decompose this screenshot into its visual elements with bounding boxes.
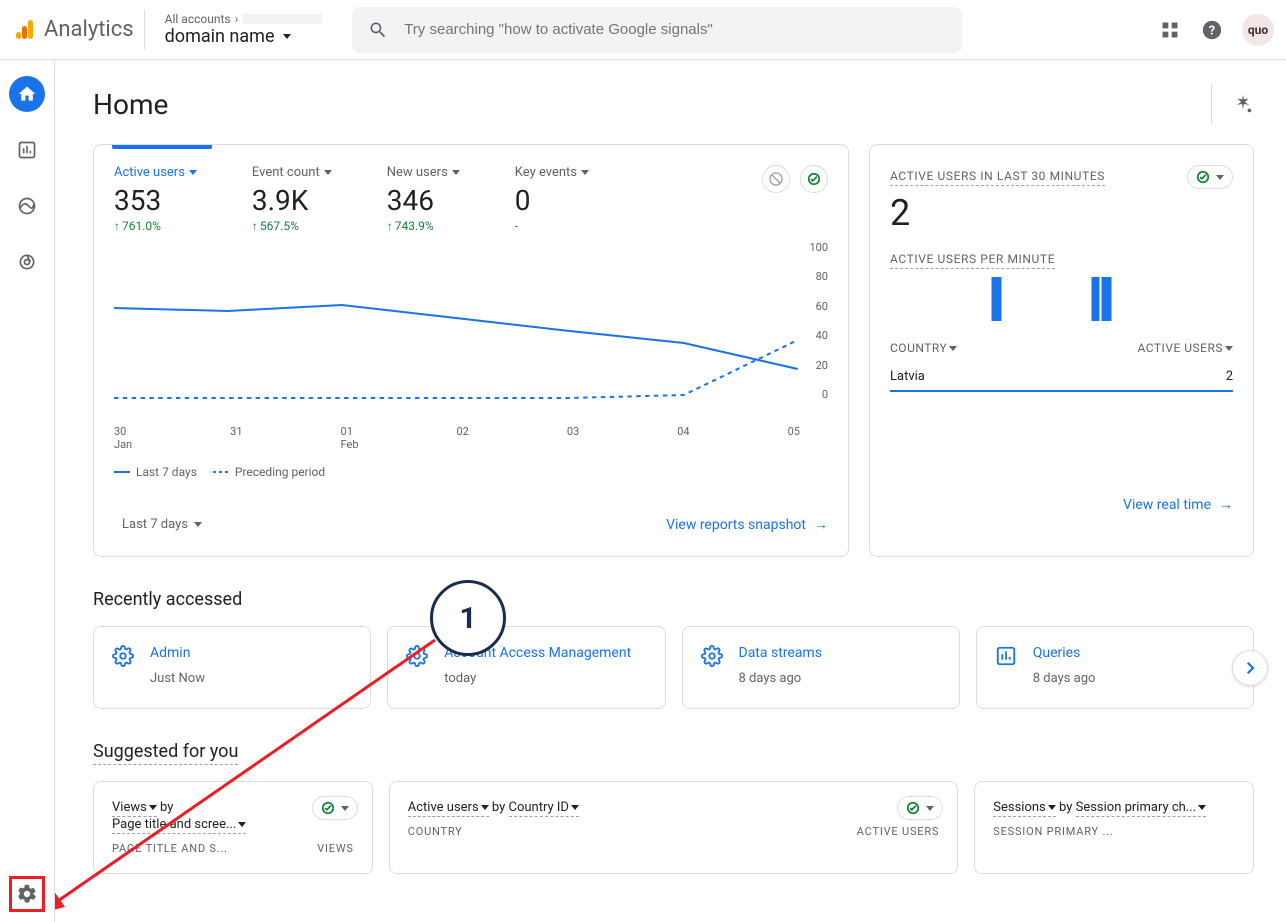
realtime-row-country: Latvia <box>890 369 925 384</box>
realtime-bar-chart <box>890 277 1233 321</box>
breadcrumb: All accounts › <box>165 12 323 26</box>
chart-x-axis: 30Jan3101Feb02030405 <box>114 425 828 451</box>
quality-menu[interactable] <box>897 796 943 820</box>
realtime-row: Latvia 2 <box>890 361 1233 392</box>
page-title: Home <box>93 88 168 121</box>
chart-legend: Last 7 days Preceding period <box>114 465 828 479</box>
metric-new-users[interactable]: New users346↑743.9% <box>387 165 460 233</box>
realtime-title: ACTIVE USERS IN LAST 30 MINUTES <box>890 169 1105 186</box>
breadcrumb-blank <box>242 14 322 24</box>
active-metric-indicator <box>112 145 212 149</box>
breadcrumb-text: All accounts <box>165 12 231 26</box>
recent-time: today <box>444 671 631 686</box>
scroll-right-button[interactable] <box>1232 650 1268 686</box>
nav-explore[interactable] <box>9 188 45 224</box>
legend-current: Last 7 days <box>136 465 197 479</box>
chevron-down-icon <box>194 522 202 527</box>
metrics-row: Active users353↑761.0% Event count3.9K↑56… <box>114 165 828 233</box>
analytics-logo-icon <box>12 18 36 42</box>
recent-time: Just Now <box>150 671 205 686</box>
arrow-right-icon: → <box>1219 496 1233 513</box>
recent-card[interactable]: Account Access Management today <box>387 626 665 709</box>
realtime-row-value: 2 <box>1226 369 1233 384</box>
main-content: Home Active users353↑761.0% Event count3.… <box>55 60 1286 922</box>
suggested-title: Sessions by Session primary ch... <box>993 800 1235 817</box>
legend-prev: Preceding period <box>235 465 325 479</box>
recently-heading: Recently accessed <box>93 589 1254 610</box>
insights-icon[interactable] <box>1211 84 1254 124</box>
nav-admin[interactable] <box>9 876 45 912</box>
avatar[interactable]: quo <box>1242 14 1274 46</box>
apps-icon[interactable] <box>1158 18 1182 42</box>
suggested-card[interactable]: Views by Page title and scree...PAGE TIT… <box>93 781 373 874</box>
view-reports-label: View reports snapshot <box>666 517 806 533</box>
realtime-table-header: COUNTRY ACTIVE USERS <box>890 335 1233 361</box>
view-realtime-label: View real time <box>1123 497 1211 513</box>
gear-icon <box>701 645 723 686</box>
date-range-label: Last 7 days <box>122 517 188 532</box>
property-label: domain name <box>165 26 275 47</box>
nav-advertising[interactable] <box>9 244 45 280</box>
realtime-quality-menu[interactable] <box>1187 165 1233 189</box>
quality-badge-icon[interactable] <box>800 165 828 193</box>
metric-active-users[interactable]: Active users353↑761.0% <box>114 165 197 233</box>
brand-text: Analytics <box>44 17 134 42</box>
suggested-heading: Suggested for you <box>93 741 1254 765</box>
chart-icon <box>995 645 1017 686</box>
search-bar[interactable] <box>352 7 962 53</box>
avatar-text: quo <box>1248 23 1268 37</box>
nav-reports[interactable] <box>9 132 45 168</box>
recent-card[interactable]: Admin Just Now <box>93 626 371 709</box>
realtime-card: ACTIVE USERS IN LAST 30 MINUTES 2 ACTIVE… <box>869 144 1254 557</box>
realtime-sub: ACTIVE USERS PER MINUTE <box>890 252 1055 269</box>
col-active-users[interactable]: ACTIVE USERS <box>1137 341 1233 355</box>
nav-home[interactable] <box>9 76 45 112</box>
chevron-down-icon <box>283 34 291 39</box>
recent-time: 8 days ago <box>739 671 822 686</box>
line-chart: 100806040200 <box>114 241 828 421</box>
chevron-down-icon <box>1216 175 1224 180</box>
recent-title: Admin <box>150 645 205 661</box>
suggested-cols: COUNTRYACTIVE USERS <box>408 825 940 838</box>
gear-icon <box>112 645 134 686</box>
arrow-right-icon: → <box>814 516 828 533</box>
metric-event-count[interactable]: Event count3.9K↑567.5% <box>252 165 332 233</box>
app-header: Analytics All accounts › domain name ? q… <box>0 0 1286 60</box>
recent-title: Queries <box>1033 645 1096 661</box>
property-selector[interactable]: All accounts › domain name <box>153 12 335 47</box>
suggested-cols: PAGE TITLE AND S...VIEWS <box>112 842 354 855</box>
brand-block: Analytics <box>12 10 145 50</box>
suggested-card[interactable]: Sessions by Session primary ch... SESSION… <box>974 781 1254 874</box>
recent-card[interactable]: Queries 8 days ago <box>976 626 1254 709</box>
recently-row: Admin Just Now Account Access Management to… <box>93 626 1254 709</box>
privacy-badge-icon[interactable] <box>762 165 790 193</box>
gear-icon <box>406 645 428 686</box>
col-country[interactable]: COUNTRY <box>890 341 957 355</box>
date-range-selector[interactable]: Last 7 days <box>114 513 210 536</box>
suggested-row: Views by Page title and scree...PAGE TIT… <box>93 781 1254 874</box>
recent-title: Data streams <box>739 645 822 661</box>
realtime-count: 2 <box>890 192 1233 234</box>
suggested-card[interactable]: Active users by Country ID COUNTRYACTIVE … <box>389 781 959 874</box>
help-icon[interactable]: ? <box>1200 18 1224 42</box>
metric-key-events[interactable]: Key events0- <box>515 165 589 233</box>
view-reports-link[interactable]: View reports snapshot → <box>666 516 828 533</box>
quality-menu[interactable] <box>312 796 358 820</box>
chart-y-axis: 100806040200 <box>809 241 828 401</box>
view-realtime-link[interactable]: View real time → <box>1123 496 1233 513</box>
property-name: domain name <box>165 26 323 47</box>
search-input[interactable] <box>404 21 946 38</box>
suggested-title: Active users by Country ID <box>408 800 940 817</box>
sidebar <box>0 60 55 922</box>
overview-card: Active users353↑761.0% Event count3.9K↑56… <box>93 144 849 557</box>
suggested-cols: SESSION PRIMARY ... <box>993 825 1235 838</box>
svg-text:?: ? <box>1209 23 1215 38</box>
recent-card[interactable]: Data streams 8 days ago <box>682 626 960 709</box>
search-icon <box>368 20 388 40</box>
header-actions: ? quo <box>1158 14 1274 46</box>
recent-time: 8 days ago <box>1033 671 1096 686</box>
recent-title: Account Access Management <box>444 645 631 661</box>
